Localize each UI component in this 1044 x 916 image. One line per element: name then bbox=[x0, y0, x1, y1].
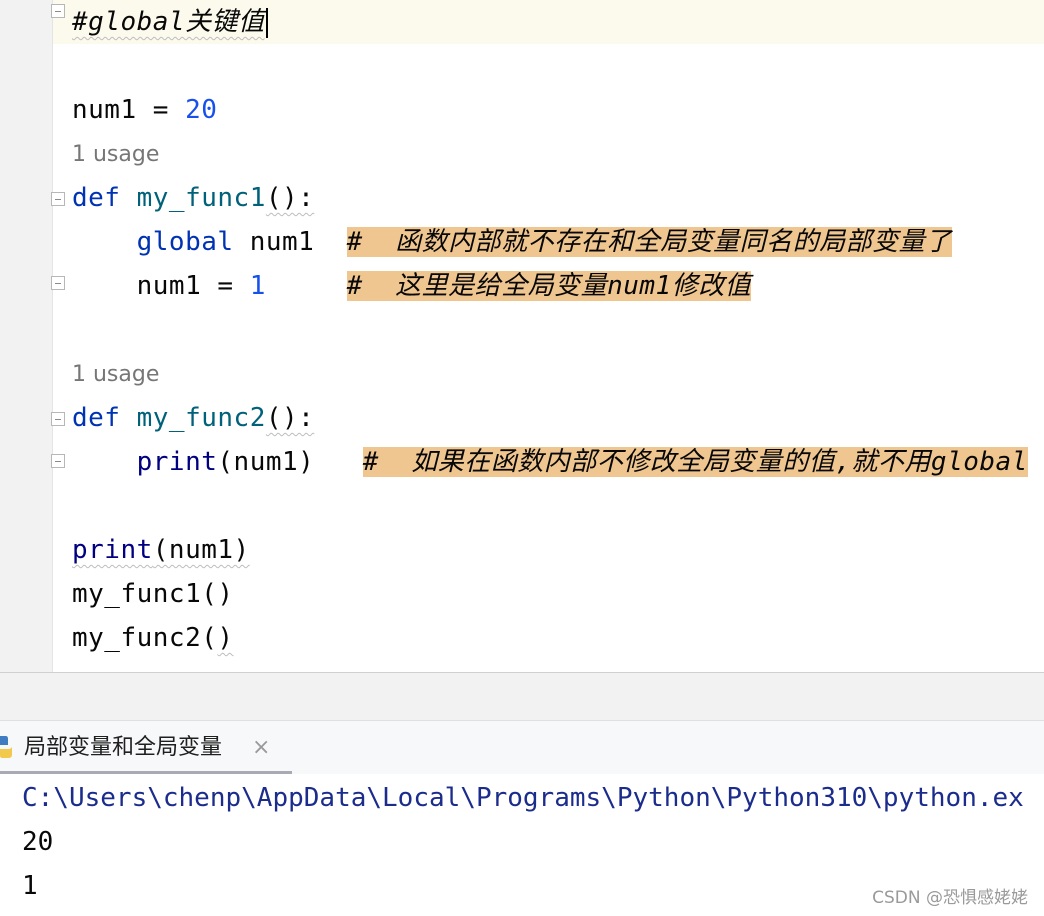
console-line-output: 1 bbox=[22, 871, 38, 901]
code-editor[interactable]: #global关键值 num1 = 20 1 usage def my_func… bbox=[0, 0, 1044, 672]
print-builtin: print bbox=[136, 447, 218, 477]
header-comment: #global关键值 bbox=[72, 7, 265, 37]
def-keyword: def bbox=[72, 403, 121, 433]
close-icon[interactable]: × bbox=[252, 733, 270, 763]
console-line-output: 20 bbox=[22, 827, 54, 857]
print-args: (num1) bbox=[152, 535, 250, 565]
code-line-def1: def my_func1(): bbox=[72, 176, 314, 220]
assign-variable: num1 = bbox=[136, 271, 250, 301]
usage-hint[interactable]: 1 usage bbox=[72, 353, 159, 397]
def-keyword: def bbox=[72, 183, 121, 213]
code-line-3: num1 = 20 bbox=[72, 88, 217, 132]
fold-marker[interactable] bbox=[51, 4, 65, 18]
call-my-func2: my_func2( bbox=[72, 623, 218, 653]
console-line-interpreter: C:\Users\chenp\AppData\Local\Programs\Py… bbox=[22, 783, 1024, 813]
function-name: my_func1 bbox=[136, 183, 266, 213]
fold-marker[interactable] bbox=[51, 454, 65, 468]
panel-splitter[interactable] bbox=[0, 672, 1044, 720]
run-tool-window-header: 局部变量和全局变量 × bbox=[0, 720, 1044, 775]
print-builtin: print bbox=[72, 535, 153, 565]
fold-marker[interactable] bbox=[51, 192, 65, 206]
code-line-print: print(num1) bbox=[72, 528, 250, 572]
function-name: my_func2 bbox=[136, 403, 266, 433]
usage-hint[interactable]: 1 usage bbox=[72, 133, 159, 177]
gutter-divider bbox=[52, 0, 53, 672]
run-tab[interactable]: 局部变量和全局变量 × bbox=[0, 721, 292, 775]
highlighted-comment: # 函数内部就不存在和全局变量同名的局部变量了 bbox=[346, 227, 952, 257]
print-args: (num1) bbox=[217, 447, 315, 477]
call-close-paren: ) bbox=[217, 623, 234, 653]
fold-marker[interactable] bbox=[51, 276, 65, 290]
global-keyword: global bbox=[136, 227, 234, 257]
code-line-call2: my_func2() bbox=[72, 616, 234, 660]
call-my-func1: my_func1() bbox=[72, 579, 234, 609]
run-tab-label: 局部变量和全局变量 bbox=[24, 735, 223, 760]
python-icon bbox=[0, 736, 12, 758]
text-caret bbox=[265, 7, 268, 38]
def-tail: (): bbox=[265, 183, 315, 213]
num1-declaration: num1 = bbox=[72, 95, 186, 125]
highlighted-comment: # 如果在函数内部不修改全局变量的值,就不用global bbox=[362, 447, 1028, 477]
code-line-print-inner: print(num1) # 如果在函数内部不修改全局变量的值,就不用global bbox=[72, 440, 1028, 484]
def-tail: (): bbox=[265, 403, 315, 433]
code-line-assign: num1 = 1 # 这里是给全局变量num1修改值 bbox=[72, 264, 752, 308]
editor-gutter bbox=[0, 0, 52, 672]
highlighted-comment: # 这里是给全局变量num1修改值 bbox=[346, 271, 752, 301]
global-variable: num1 bbox=[233, 227, 315, 257]
assign-value: 1 bbox=[249, 271, 266, 301]
code-line-def2: def my_func2(): bbox=[72, 396, 314, 440]
fold-marker[interactable] bbox=[51, 412, 65, 426]
run-console[interactable]: C:\Users\chenp\AppData\Local\Programs\Py… bbox=[0, 774, 1044, 916]
code-line-1: #global关键值 bbox=[72, 0, 268, 44]
num1-value: 20 bbox=[185, 95, 218, 125]
code-line-global: global num1 # 函数内部就不存在和全局变量同名的局部变量了 bbox=[72, 220, 952, 264]
watermark: CSDN @恐惧感姥姥 bbox=[872, 888, 1028, 908]
code-line-call1: my_func1() bbox=[72, 572, 234, 616]
